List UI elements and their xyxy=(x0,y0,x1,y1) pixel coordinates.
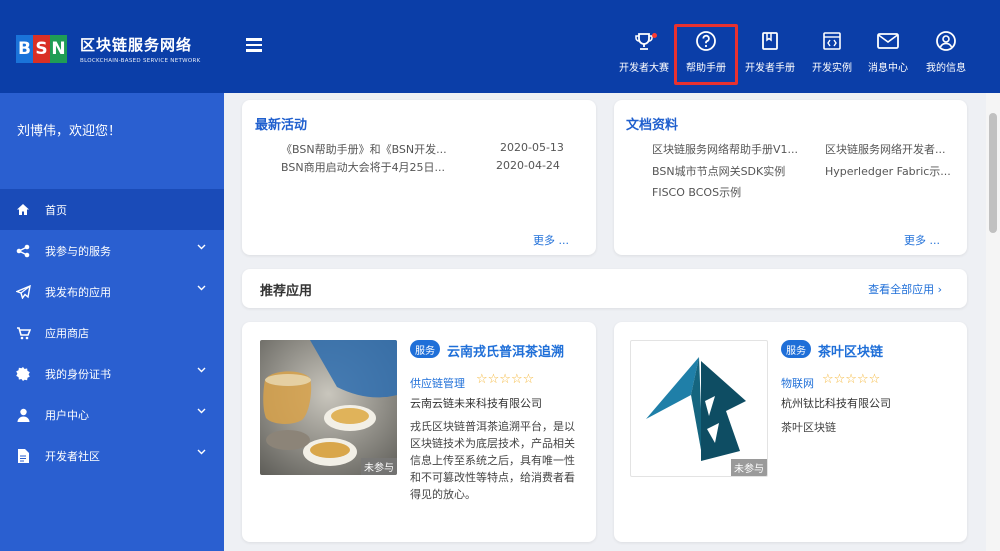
code-icon xyxy=(823,32,841,50)
app-company: 杭州钛比科技有限公司 xyxy=(781,397,891,410)
activity-row-title[interactable]: BSN商用启动大会将于4月25日... xyxy=(281,159,445,175)
app-thumbnail-tea: 未参与 xyxy=(260,340,397,475)
menu-toggle-icon[interactable] xyxy=(246,38,262,52)
chevron-down-icon xyxy=(197,244,206,250)
activity-more-link[interactable]: 更多 ... xyxy=(533,232,569,248)
nav-dev-examples[interactable]: 开发实例 xyxy=(802,30,862,74)
not-joined-label: 未参与 xyxy=(731,459,767,476)
book-icon xyxy=(762,32,778,50)
doc-link[interactable]: 区块链服务网络开发者... xyxy=(825,141,946,157)
brand-subtitle: BLOCKCHAIN-BASED SERVICE NETWORK xyxy=(80,58,201,64)
app-description: 茶叶区块链 xyxy=(781,421,836,434)
recommended-title: 推荐应用 xyxy=(260,284,313,299)
app-title[interactable]: 茶叶区块链 xyxy=(818,341,883,360)
activity-row-date: 2020-05-13 xyxy=(500,141,564,154)
sidebar-item-my-services[interactable]: 我参与的服务 xyxy=(0,230,224,271)
document-icon xyxy=(14,448,32,463)
nav-developer-contest[interactable]: 开发者大赛 xyxy=(614,30,674,74)
logo[interactable]: B S N 区块链服务网络 BLOCKCHAIN-BASED SERVICE N… xyxy=(16,34,201,64)
scrollbar[interactable] xyxy=(986,93,1000,551)
nav-message-center[interactable]: 消息中心 xyxy=(858,30,918,74)
rating-stars: ☆☆☆☆☆ xyxy=(822,372,881,387)
doc-link[interactable]: Hyperledger Fabric示... xyxy=(825,163,951,179)
chevron-down-icon xyxy=(197,285,206,291)
scrollbar-thumb[interactable] xyxy=(989,113,997,233)
documents-more-link[interactable]: 更多 ... xyxy=(904,232,940,248)
activity-row-date: 2020-04-24 xyxy=(496,159,560,172)
latest-activity-card: 最新活动 《BSN帮助手册》和《BSN开发... 2020-05-13 BSN商… xyxy=(242,100,596,255)
service-badge: 服务 xyxy=(410,340,440,358)
certificate-icon xyxy=(14,366,32,381)
app-card[interactable]: 未参与 服务 茶叶区块链 物联网 ☆☆☆☆☆ 杭州钛比科技有限公司 茶叶区块链 xyxy=(614,322,967,542)
nav-developer-manual[interactable]: 开发者手册 xyxy=(740,30,800,74)
share-icon xyxy=(14,244,32,258)
top-header: B S N 区块链服务网络 BLOCKCHAIN-BASED SERVICE N… xyxy=(0,0,1000,93)
welcome-text: 刘博伟，欢迎您！ xyxy=(17,124,122,139)
sidebar-item-my-apps[interactable]: 我发布的应用 xyxy=(0,271,224,312)
notification-dot xyxy=(652,33,657,38)
bsn-logo-mark: B S N xyxy=(16,35,67,63)
service-badge: 服务 xyxy=(781,340,811,358)
sidebar-item-app-store[interactable]: 应用商店 xyxy=(0,312,224,353)
mail-icon xyxy=(877,33,899,49)
sidebar-item-certificate[interactable]: 我的身份证书 xyxy=(0,353,224,394)
activity-row-title[interactable]: 《BSN帮助手册》和《BSN开发... xyxy=(281,141,447,157)
doc-link[interactable]: FISCO BCOS示例 xyxy=(652,184,741,200)
documents-title: 文档资料 xyxy=(626,118,679,133)
documents-card: 文档资料 区块链服务网络帮助手册V1... 区块链服务网络开发者... BSN城… xyxy=(614,100,967,255)
sidebar-menu: 首页 我参与的服务 我发布的应用 应用商店 我的身份证书 用户中心 开发者社区 xyxy=(0,189,224,476)
send-icon xyxy=(14,284,32,299)
doc-link[interactable]: 区块链服务网络帮助手册V1... xyxy=(652,141,798,157)
nav-my-info[interactable]: 我的信息 xyxy=(916,30,976,74)
sidebar-item-user-center[interactable]: 用户中心 xyxy=(0,394,224,435)
sidebar-item-home[interactable]: 首页 xyxy=(0,189,224,230)
chevron-down-icon xyxy=(197,449,206,455)
app-category: 供应链管理 xyxy=(410,377,465,390)
app-company: 云南云链未来科技有限公司 xyxy=(410,397,542,410)
not-joined-label: 未参与 xyxy=(361,458,397,475)
latest-activity-title: 最新活动 xyxy=(255,118,308,133)
brand-title: 区块链服务网络 xyxy=(80,36,193,54)
chevron-down-icon xyxy=(197,367,206,373)
user-icon xyxy=(14,408,32,422)
app-card[interactable]: 未参与 服务 云南戎氏普洱茶追溯 供应链管理 ☆☆☆☆☆ 云南云链未来科技有限公… xyxy=(242,322,596,542)
sidebar: 刘博伟，欢迎您！ 首页 我参与的服务 我发布的应用 应用商店 我的身份证书 用户… xyxy=(0,93,224,551)
doc-link[interactable]: BSN城市节点网关SDK实例 xyxy=(652,163,785,179)
user-circle-icon xyxy=(936,31,956,51)
chevron-down-icon xyxy=(197,408,206,414)
view-all-apps-link[interactable]: 查看全部应用 › xyxy=(868,281,942,297)
rating-stars: ☆☆☆☆☆ xyxy=(476,372,535,387)
app-category: 物联网 xyxy=(781,377,814,390)
help-manual-highlight xyxy=(674,24,738,85)
app-description: 戎氏区块链普洱茶追溯平台，是以区块链技术为底层技术，产品相关信息上传至系统之后，… xyxy=(410,420,575,501)
cart-icon xyxy=(14,326,32,340)
recommended-header: 推荐应用 查看全部应用 › xyxy=(242,269,967,308)
app-thumbnail-tb-logo: 未参与 xyxy=(630,340,768,477)
home-icon xyxy=(14,203,32,217)
sidebar-item-dev-community[interactable]: 开发者社区 xyxy=(0,435,224,476)
app-title[interactable]: 云南戎氏普洱茶追溯 xyxy=(447,341,564,360)
